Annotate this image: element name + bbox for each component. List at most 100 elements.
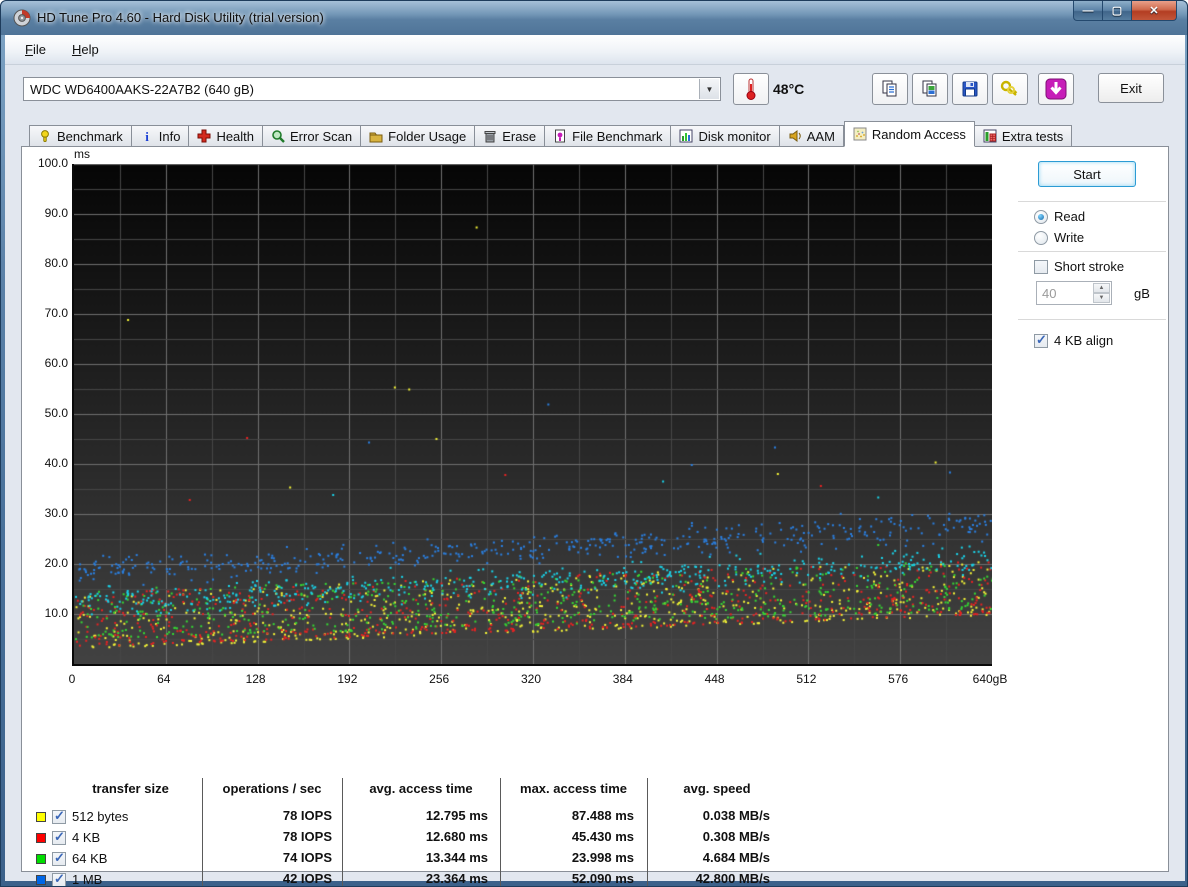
copy-icon — [881, 80, 899, 98]
tab-health[interactable]: Health — [189, 125, 263, 147]
y-axis-tick-label: 80.0 — [24, 256, 68, 270]
tab-extra-tests[interactable]: Extra tests — [975, 125, 1072, 147]
short-stroke-size-input[interactable]: 40 ▲ ▼ — [1036, 281, 1112, 305]
close-button[interactable]: ✕ — [1131, 1, 1177, 21]
series-label: 512 bytes — [72, 809, 128, 824]
series-label: 1 MB — [72, 872, 102, 887]
tab-error-scan[interactable]: Error Scan — [263, 125, 361, 147]
tab-file-benchmark[interactable]: File Benchmark — [545, 125, 671, 147]
short-stroke-unit: gB — [1134, 286, 1150, 301]
series-checkbox[interactable] — [52, 873, 66, 887]
x-axis-tick-label: 576 — [868, 672, 928, 686]
align-row: 4 KB align — [1034, 333, 1113, 348]
minimize-button[interactable]: — — [1073, 1, 1103, 21]
avg-access-value: 12.680 ms — [368, 829, 488, 844]
y-axis-tick-label: 30.0 — [24, 506, 68, 520]
table-header-0: transfer size — [59, 781, 202, 796]
max-access-value: 52.090 ms — [514, 871, 634, 886]
update-button[interactable] — [1038, 73, 1074, 105]
tab-aam[interactable]: AAM — [780, 125, 844, 147]
tab-label: Random Access — [872, 127, 966, 142]
read-radio[interactable] — [1034, 210, 1048, 224]
copy-text-button[interactable] — [872, 73, 908, 105]
error-scan-icon — [271, 129, 285, 143]
exit-button[interactable]: Exit — [1098, 73, 1164, 103]
x-axis-tick-label: 192 — [317, 672, 377, 686]
y-axis-tick-label: 100.0 — [24, 156, 68, 170]
series-label: 64 KB — [72, 851, 107, 866]
options-button[interactable] — [992, 73, 1028, 105]
table-header-3: max. access time — [500, 781, 647, 796]
tab-erase[interactable]: Erase — [475, 125, 545, 147]
floppy-disk-icon — [961, 80, 979, 98]
series-checkbox[interactable] — [52, 831, 66, 845]
separator — [1018, 319, 1166, 320]
tab-label: Benchmark — [57, 129, 123, 144]
drive-select[interactable]: WDC WD6400AAKS-22A7B2 (640 gB) ▼ — [23, 77, 721, 101]
tab-strip: Benchmark iInfoHealthError ScanFolder Usa… — [29, 122, 1072, 147]
copy-image-button[interactable] — [912, 73, 948, 105]
spin-down-button[interactable]: ▼ — [1093, 293, 1110, 303]
align-checkbox[interactable] — [1034, 334, 1048, 348]
table-row: 64 KB — [36, 851, 107, 866]
scatter-icon — [853, 127, 867, 141]
align-label: 4 KB align — [1054, 333, 1113, 348]
maximize-button[interactable]: ▢ — [1103, 1, 1131, 21]
keys-icon — [1000, 80, 1020, 98]
temperature-button[interactable] — [733, 73, 769, 105]
x-axis-tick-label: 64 — [134, 672, 194, 686]
table-row: 512 bytes — [36, 809, 128, 824]
table-header-4: avg. speed — [647, 781, 787, 796]
max-access-value: 87.488 ms — [514, 808, 634, 823]
x-axis-tick-label: 512 — [776, 672, 836, 686]
table-header-1: operations / sec — [202, 781, 342, 796]
avg-speed-value: 4.684 MB/s — [650, 850, 770, 865]
disk-monitor-icon — [679, 129, 693, 143]
thermometer-icon — [744, 78, 758, 100]
series-checkbox[interactable] — [52, 852, 66, 866]
series-color-swatch — [36, 812, 46, 822]
y-axis-tick-label: 60.0 — [24, 356, 68, 370]
svg-text:i: i — [145, 129, 149, 143]
y-axis-tick-label: 10.0 — [24, 606, 68, 620]
column-separator — [342, 778, 343, 887]
write-radio[interactable] — [1034, 231, 1048, 245]
menu-item-help[interactable]: Help — [72, 42, 99, 57]
series-label: 4 KB — [72, 830, 100, 845]
tab-info[interactable]: iInfo — [132, 125, 190, 147]
avg-access-value: 13.344 ms — [368, 850, 488, 865]
drive-select-value: WDC WD6400AAKS-22A7B2 (640 gB) — [30, 82, 254, 97]
table-row: 4 KB — [36, 830, 100, 845]
series-color-swatch — [36, 854, 46, 864]
avg-access-value: 12.795 ms — [368, 808, 488, 823]
app-logo-icon — [13, 9, 31, 27]
title-bar: HD Tune Pro 4.60 - Hard Disk Utility (tr… — [1, 1, 1187, 35]
tab-random-access[interactable]: Random Access — [844, 121, 975, 147]
save-button[interactable] — [952, 73, 988, 105]
tab-benchmark[interactable]: Benchmark — [29, 125, 132, 147]
folder-icon — [369, 129, 383, 143]
x-axis-tick-label: 640gB — [960, 672, 1020, 686]
start-button[interactable]: Start — [1038, 161, 1136, 187]
avg-speed-value: 0.308 MB/s — [650, 829, 770, 844]
tab-folder-usage[interactable]: Folder Usage — [361, 125, 475, 147]
short-stroke-checkbox[interactable] — [1034, 260, 1048, 274]
spin-up-button[interactable]: ▲ — [1093, 283, 1110, 293]
avg-speed-value: 42.800 MB/s — [650, 871, 770, 886]
random-access-panel: ms Start Read Write Short stroke 40 ▲ — [21, 146, 1169, 872]
temperature-value: 48°C — [773, 81, 804, 97]
series-checkbox[interactable] — [52, 810, 66, 824]
x-axis-tick-label: 448 — [685, 672, 745, 686]
chevron-down-icon[interactable]: ▼ — [699, 79, 719, 99]
read-label: Read — [1054, 209, 1085, 224]
info-icon: i — [140, 129, 154, 143]
menu-item-file[interactable]: File — [25, 42, 46, 57]
x-axis-tick-label: 0 — [42, 672, 102, 686]
file-benchmark-icon — [553, 129, 567, 143]
tab-label: Extra tests — [1002, 129, 1063, 144]
random-access-chart — [72, 164, 992, 666]
column-separator — [202, 778, 203, 887]
tab-disk-monitor[interactable]: Disk monitor — [671, 125, 779, 147]
series-color-swatch — [36, 833, 46, 843]
table-header-2: avg. access time — [342, 781, 500, 796]
